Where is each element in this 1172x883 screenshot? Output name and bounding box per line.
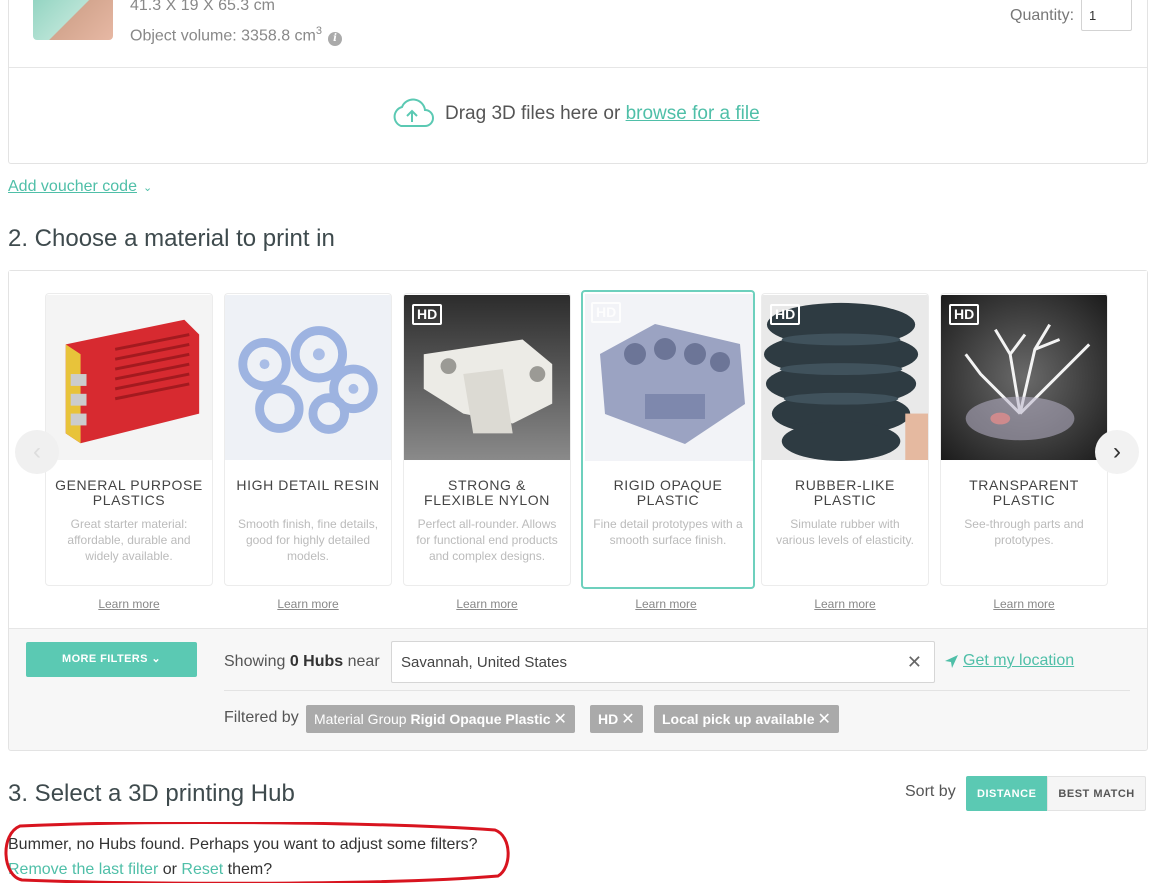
model-dimensions: 41.3 X 19 X 65.3 cm	[130, 0, 275, 14]
volume-exponent: 3	[315, 25, 322, 37]
material-card-strong-flexible-nylon[interactable]: HD STRONG & FLEXIBLE NYLON Perfect all-r…	[403, 293, 571, 586]
card-title: GENERAL PURPOSE PLASTICS	[55, 477, 203, 508]
hub-count: 0 Hubs	[289, 653, 344, 670]
chip-value: Rigid Opaque Plastic	[410, 711, 551, 727]
card-description: See-through parts and prototypes.	[964, 517, 1084, 547]
model-volume: Object volume: 3358.8 cm3i	[130, 25, 342, 47]
location-input[interactable]: Savannah, United States ✕	[391, 641, 935, 683]
material-card-high-detail-resin[interactable]: HIGH DETAIL RESIN Smooth finish, fine de…	[224, 293, 392, 586]
carousel-next-button[interactable]: ›	[1095, 430, 1139, 474]
material-panel: GENERAL PURPOSE PLASTICS Great starter m…	[8, 270, 1148, 751]
hd-badge: HD	[591, 302, 622, 323]
hd-badge: HD	[770, 304, 801, 325]
chip-prefix: Material Group	[314, 711, 411, 727]
red-highlight-annotation	[4, 822, 510, 883]
browse-file-link[interactable]: browse for a file	[626, 103, 760, 124]
drop-instructions: Drag 3D files here or browse for a file	[445, 103, 760, 125]
uploaded-file-row: 41.3 X 19 X 65.3 cm Object volume: 3358.…	[9, 0, 1147, 68]
get-my-location-link[interactable]: Get my location	[963, 652, 1074, 670]
info-icon[interactable]: i	[328, 32, 342, 47]
learn-more-link[interactable]: Learn more	[761, 597, 929, 611]
hd-badge: HD	[412, 304, 443, 325]
upload-card: 41.3 X 19 X 65.3 cm Object volume: 3358.…	[8, 0, 1148, 164]
remove-filter-icon[interactable]: ✕	[554, 711, 567, 728]
filter-chip-material[interactable]: Material Group Rigid Opaque Plastic ✕	[306, 705, 575, 733]
cloud-upload-icon	[393, 98, 434, 127]
learn-more-link[interactable]: Learn more	[45, 597, 213, 611]
learn-more-link[interactable]: Learn more	[940, 597, 1108, 611]
sort-toggle: DISTANCE BEST MATCH	[966, 776, 1146, 811]
chip-value: Local pick up available	[662, 711, 815, 727]
resin-gears-image	[225, 294, 391, 461]
remove-filter-icon[interactable]: ✕	[621, 711, 634, 728]
showing-prefix: Showing	[224, 653, 290, 670]
clear-location-icon[interactable]: ✕	[907, 652, 922, 673]
card-title: RUBBER-LIKE PLASTIC	[795, 477, 895, 508]
quantity-label: Quantity:	[1010, 7, 1075, 24]
material-heading: 2. Choose a material to print in	[8, 225, 335, 252]
card-description: Fine detail prototypes with a smooth sur…	[593, 517, 743, 547]
filter-divider	[224, 690, 1130, 691]
material-card-rigid-opaque-plastic[interactable]: HD RIGID OPAQUE PLASTIC Fine detail prot…	[581, 290, 755, 589]
card-description: Great starter material: affordable, dura…	[67, 517, 191, 563]
learn-more-link[interactable]: Learn more	[224, 597, 392, 611]
material-card-transparent-plastic[interactable]: HD TRANSPARENT PLASTIC See-through parts…	[940, 293, 1108, 586]
showing-suffix: near	[343, 653, 380, 670]
hub-count-text: Showing 0 Hubs near	[224, 653, 380, 671]
model-thumbnail[interactable]	[33, 0, 113, 40]
card-title: STRONG & FLEXIBLE NYLON	[424, 477, 550, 508]
card-description: Perfect all-rounder. Allows for function…	[416, 517, 558, 563]
card-description: Smooth finish, fine details, good for hi…	[237, 517, 379, 563]
red-case-image	[46, 294, 212, 461]
material-card-rubber-like-plastic[interactable]: HD RUBBER-LIKE PLASTIC Simulate rubber w…	[761, 293, 929, 586]
remove-filter-icon[interactable]: ✕	[818, 711, 831, 728]
learn-more-link[interactable]: Learn more	[582, 597, 750, 611]
card-title: RIGID OPAQUE PLASTIC	[613, 477, 723, 508]
location-value: Savannah, United States	[401, 654, 567, 671]
chip-value: HD	[598, 711, 619, 727]
material-carousel: GENERAL PURPOSE PLASTICS Great starter m…	[9, 271, 1147, 629]
add-voucher-link[interactable]: Add voucher code ⌄	[8, 178, 152, 196]
quantity-input[interactable]: 1	[1081, 0, 1132, 31]
hub-heading: 3. Select a 3D printing Hub	[8, 780, 295, 807]
chevron-down-icon: ⌄	[142, 182, 153, 194]
carousel-prev-button[interactable]: ‹	[15, 430, 59, 474]
drag-text: Drag 3D files here or	[445, 103, 626, 124]
volume-label: Object volume: 3358.8 cm	[130, 27, 316, 45]
voucher-label: Add voucher code	[8, 178, 137, 195]
more-filters-button[interactable]: MORE FILTERS ⌄	[26, 642, 197, 677]
filter-chip-local-pickup[interactable]: Local pick up available ✕	[654, 705, 839, 733]
card-title: HIGH DETAIL RESIN	[236, 477, 380, 493]
hd-badge: HD	[949, 304, 980, 325]
location-arrow-icon[interactable]	[944, 654, 959, 669]
learn-more-link[interactable]: Learn more	[403, 597, 571, 611]
sort-by-label: Sort by	[905, 783, 956, 800]
filtered-by-label: Filtered by	[224, 709, 299, 726]
card-title: TRANSPARENT PLASTIC	[969, 477, 1079, 508]
filter-chip-hd[interactable]: HD ✕	[590, 705, 643, 733]
sort-best-match-button[interactable]: BEST MATCH	[1047, 776, 1146, 811]
material-card-general-purpose[interactable]: GENERAL PURPOSE PLASTICS Great starter m…	[45, 293, 213, 586]
file-drop-zone[interactable]: Drag 3D files here or browse for a file	[9, 68, 1147, 164]
sort-distance-button[interactable]: DISTANCE	[966, 776, 1048, 811]
card-description: Simulate rubber with various levels of e…	[776, 517, 914, 547]
